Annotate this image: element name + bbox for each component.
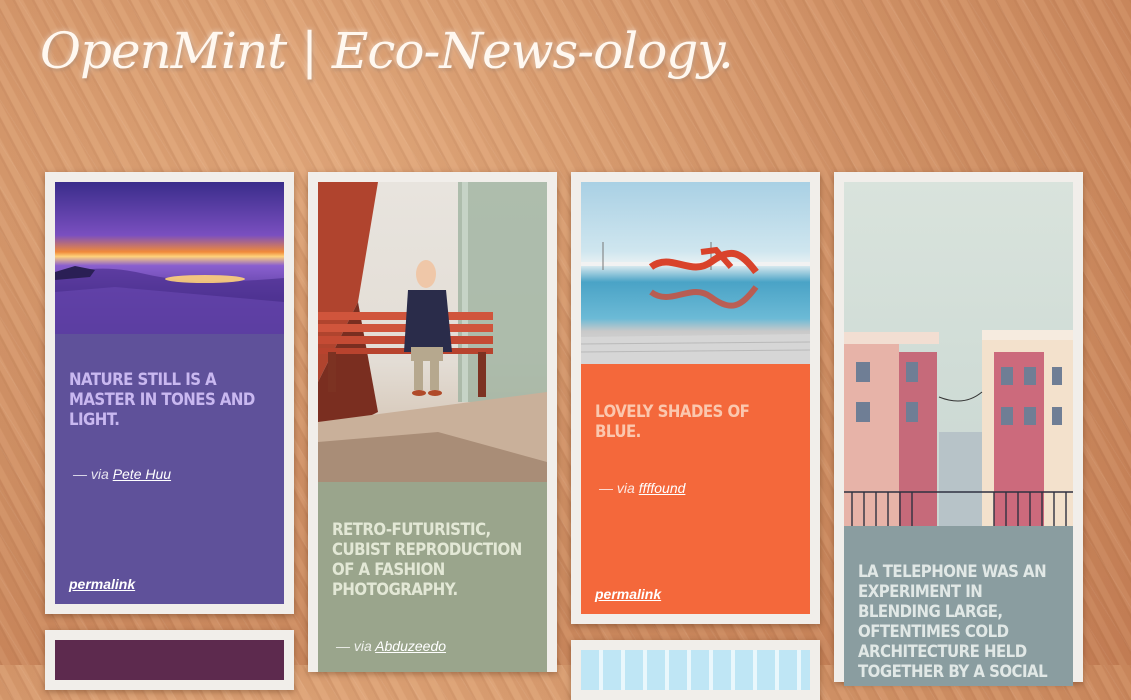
- site-title[interactable]: OpenMint | Eco-News-ology.: [40, 22, 734, 80]
- post-via: — via ffffound: [599, 480, 796, 496]
- post-body: Lovely shades of blue. — via ffffound pe…: [581, 364, 810, 614]
- via-prefix: — via: [73, 466, 109, 482]
- post-image-partial[interactable]: [55, 640, 284, 680]
- townhouses-illustration: [844, 330, 1073, 526]
- post-headline: Nature still is a master in tones and li…: [69, 370, 255, 430]
- post-body: Nature still is a master in tones and li…: [55, 334, 284, 604]
- post-via: — via Abduzeedo: [336, 638, 533, 654]
- post-headline: Retro-futuristic, cubist reproduction of…: [332, 520, 522, 600]
- permalink-link[interactable]: permalink: [595, 586, 661, 602]
- post-card: La Telephone was an experiment in blendi…: [834, 172, 1083, 686]
- via-source-link[interactable]: ffffound: [639, 480, 686, 496]
- post-image-water-slide[interactable]: [581, 182, 810, 364]
- bench-man-illustration: [318, 182, 547, 482]
- permalink-link[interactable]: permalink: [69, 576, 135, 592]
- water-slide-image-art: [581, 242, 810, 364]
- post-card: Retro-futuristic, cubist reproduction of…: [308, 172, 557, 672]
- post-card-partial: [571, 640, 820, 700]
- post-body: Retro-futuristic, cubist reproduction of…: [318, 482, 547, 672]
- post-image-townhouses[interactable]: [844, 182, 1073, 526]
- post-card: Lovely shades of blue. — via ffffound pe…: [571, 172, 820, 624]
- post-body: La Telephone was an experiment in blendi…: [844, 526, 1073, 686]
- sunset-image-art: [55, 266, 284, 334]
- post-image-partial[interactable]: [581, 650, 810, 690]
- post-headline: Lovely shades of blue.: [595, 402, 750, 442]
- post-card-partial: [45, 630, 294, 690]
- via-prefix: — via: [599, 480, 635, 496]
- post-image-sunset[interactable]: [55, 182, 284, 334]
- post-via: — via Pete Huu: [73, 466, 270, 482]
- via-source-link[interactable]: Abduzeedo: [375, 638, 446, 654]
- post-card: Nature still is a master in tones and li…: [45, 172, 294, 614]
- via-source-link[interactable]: Pete Huu: [113, 466, 171, 482]
- post-image-bench-man[interactable]: [318, 182, 547, 482]
- post-headline: La Telephone was an experiment in blendi…: [858, 562, 1048, 682]
- via-prefix: — via: [336, 638, 372, 654]
